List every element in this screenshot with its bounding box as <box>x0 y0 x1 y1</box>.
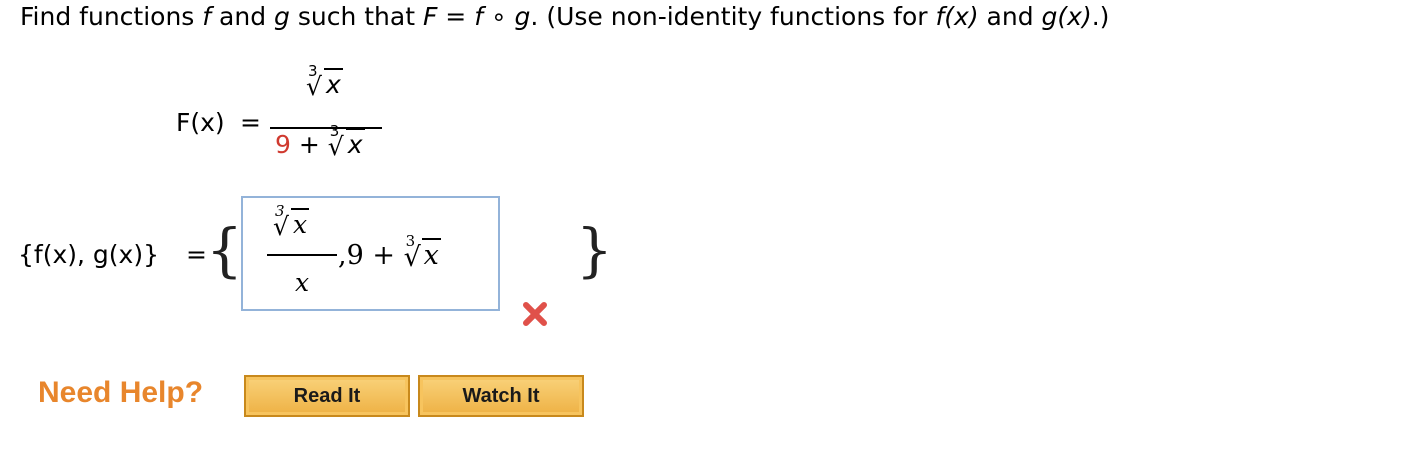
answer-fraction-bar <box>267 254 337 256</box>
function-label: F(x) <box>176 108 225 137</box>
open-brace: { <box>206 216 243 284</box>
fraction-bar <box>270 127 382 129</box>
cube-root: 3 √ x <box>306 62 343 101</box>
answer-second-function: ,9 + 3 √ x <box>338 232 441 273</box>
answer-denominator: x <box>295 268 310 297</box>
cube-root: 3 √ x <box>403 232 441 273</box>
answer-numerator: 3 √ x <box>273 202 310 241</box>
equals-sign: = <box>186 240 207 269</box>
answer-label: {f(x), g(x)} <box>18 240 159 269</box>
need-help-label: Need Help? <box>38 376 204 409</box>
close-brace: } <box>576 216 613 284</box>
read-it-button[interactable]: Read It <box>244 375 410 417</box>
answer-input[interactable]: 3 √ x x ,9 + 3 √ x <box>241 196 500 311</box>
cube-root: 3 √ x <box>273 202 310 241</box>
fraction-numerator: 3 √ x <box>306 62 343 101</box>
cube-root: 3 √ x <box>327 122 365 161</box>
equals-sign: = <box>240 108 261 137</box>
watch-it-button[interactable]: Watch It <box>418 375 584 417</box>
question-text: Find functions f and g such that F = f ∘… <box>20 2 1110 31</box>
incorrect-x-icon <box>523 302 547 326</box>
fraction-denominator: 9 + 3 √ x <box>275 122 365 161</box>
